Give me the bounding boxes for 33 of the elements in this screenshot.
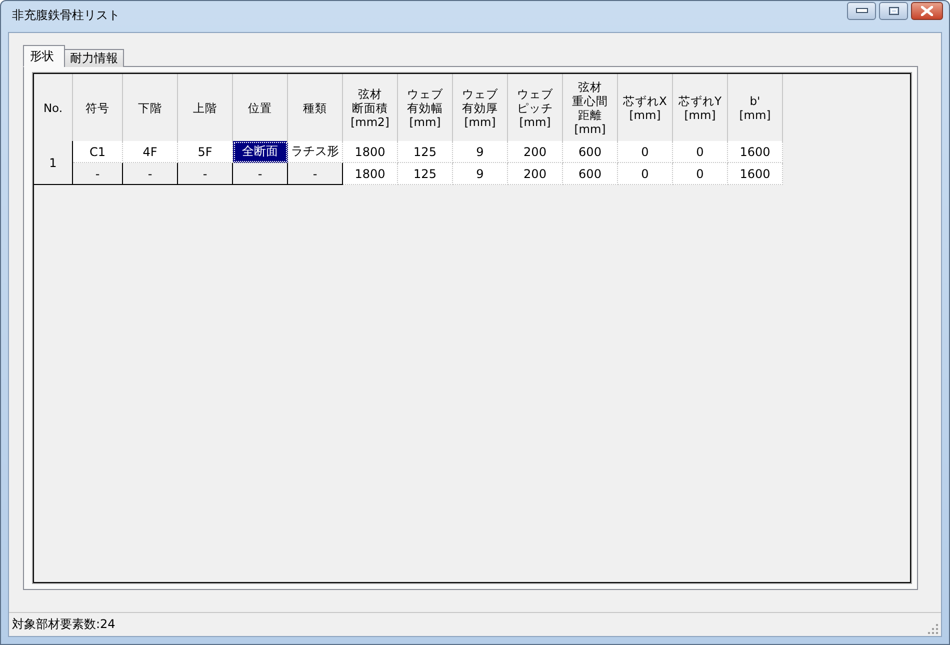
close-button[interactable] — [911, 2, 943, 20]
table-cell[interactable]: 200 — [508, 141, 563, 163]
table-cell[interactable]: 全断面 — [233, 141, 288, 163]
minimize-button[interactable] — [847, 2, 876, 20]
row-number: 1 — [34, 141, 73, 185]
table-cell[interactable]: 0 — [673, 163, 728, 185]
status-text: 対象部材要素数:24 — [12, 616, 116, 633]
table-cell[interactable]: 1800 — [343, 163, 398, 185]
table-cell[interactable]: 9 — [453, 163, 508, 185]
table-cell[interactable]: 600 — [563, 163, 618, 185]
maximize-icon — [888, 6, 898, 14]
table-cell[interactable]: ラチス形 — [288, 141, 343, 163]
table-cell[interactable]: 5F — [178, 141, 233, 163]
tab[interactable]: 耐力情報 — [64, 49, 124, 67]
table-cell[interactable]: 1600 — [728, 163, 783, 185]
table-cell[interactable]: 600 — [563, 141, 618, 163]
table-cell[interactable]: 125 — [398, 163, 453, 185]
table-cell[interactable]: 4F — [123, 141, 178, 163]
resize-grip-icon[interactable] — [928, 624, 938, 634]
table-cell[interactable]: C1 — [73, 141, 123, 163]
maximize-button[interactable] — [879, 2, 908, 20]
table-cell[interactable]: 0 — [618, 163, 673, 185]
table-cell[interactable]: 1800 — [343, 141, 398, 163]
close-icon — [921, 6, 933, 16]
table-cell[interactable]: 125 — [398, 141, 453, 163]
table-cell[interactable]: 0 — [618, 141, 673, 163]
table-cell[interactable]: 9 — [453, 141, 508, 163]
window-title: 非充腹鉄骨柱リスト — [11, 7, 120, 24]
table-cell[interactable]: 0 — [673, 141, 728, 163]
tab[interactable]: 形状 — [23, 45, 65, 67]
minimize-icon — [856, 8, 868, 14]
table-cell[interactable]: 200 — [508, 163, 563, 185]
table-cell[interactable]: 1600 — [728, 141, 783, 163]
